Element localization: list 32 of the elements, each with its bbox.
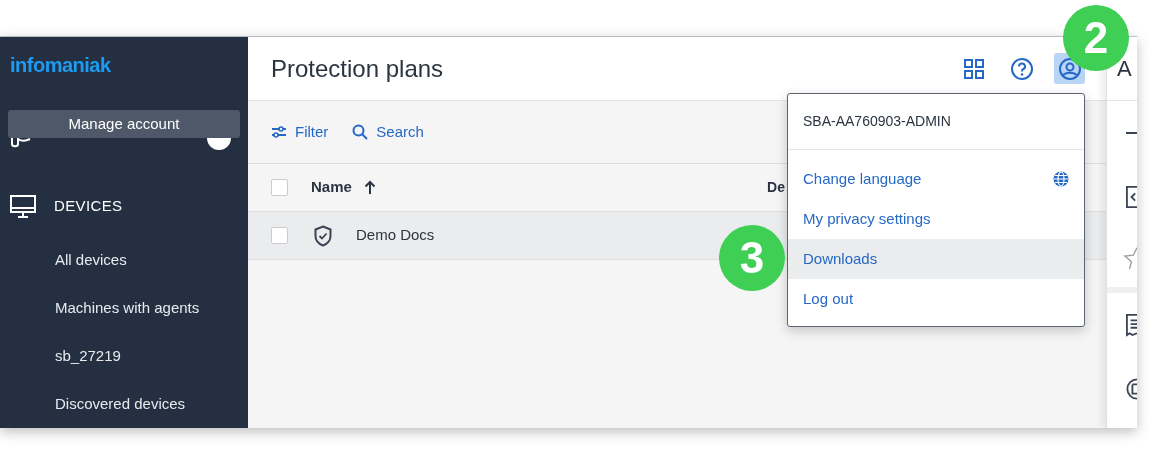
manage-account-button[interactable]: Manage account	[8, 109, 240, 139]
section-label: DEVICES	[54, 196, 123, 217]
nav-item[interactable]: All devices	[55, 248, 127, 272]
panel-title: A	[1117, 55, 1132, 83]
minus-icon[interactable]	[1126, 131, 1137, 135]
monitor-icon	[10, 194, 36, 219]
receipt-icon[interactable]	[1126, 313, 1137, 337]
search-icon	[352, 124, 369, 140]
logo: infomaniak	[10, 53, 111, 79]
collapse-icon[interactable]	[1126, 185, 1137, 209]
page-title: Protection plans	[271, 53, 444, 84]
shield-icon	[313, 224, 333, 247]
circle-icon[interactable]	[1126, 377, 1137, 401]
menu-item[interactable]: Downloads	[788, 239, 1084, 279]
sort-arrow-icon[interactable]	[363, 180, 376, 195]
checkbox[interactable]	[271, 227, 288, 244]
column-header[interactable]: De	[767, 177, 785, 198]
nav-item[interactable]: Machines with agents	[55, 296, 200, 320]
search-button[interactable]: Search	[352, 120, 424, 144]
user-name: SBA-AA760903-ADMIN	[803, 112, 951, 131]
filter-icon	[271, 125, 287, 139]
menu-item[interactable]: My privacy settings	[788, 199, 1084, 239]
column-header[interactable]: Name	[311, 176, 352, 199]
menu-item[interactable]: Log out	[788, 279, 1084, 319]
checkbox[interactable]	[271, 179, 288, 196]
user-icon	[1057, 56, 1082, 81]
filter-button[interactable]: Filter	[271, 120, 329, 144]
globe-icon	[1053, 171, 1069, 187]
nav-item[interactable]: Discovered devices	[55, 392, 186, 416]
nav-item[interactable]: sb_27219	[55, 344, 121, 368]
table-cell-text: Demo Docs	[356, 225, 435, 246]
menu-item[interactable]: Change language	[788, 159, 1084, 199]
